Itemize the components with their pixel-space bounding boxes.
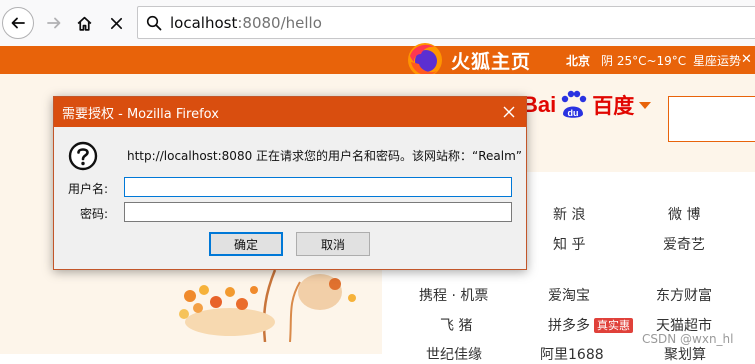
baidu-du-text: du (568, 108, 579, 118)
link-juhuasuan[interactable]: 聚划算 (664, 344, 706, 364)
link-aitaobao[interactable]: 爱淘宝 (548, 285, 590, 305)
url-host: localhost (170, 13, 238, 32)
astrology-link[interactable]: 星座运势 (693, 52, 741, 69)
stop-button[interactable] (100, 7, 132, 39)
baidu-logo-cn: 百度 (592, 95, 635, 118)
search-icon (146, 15, 162, 30)
csdn-watermark: CSDN @wxn_hl (642, 332, 734, 346)
link-iqiyi[interactable]: 爱奇艺 (663, 234, 705, 254)
baidu-logo[interactable]: Bai du 百度 (522, 88, 652, 122)
page-search-input[interactable] (668, 96, 755, 142)
url-text: localhost:8080/hello (170, 14, 322, 32)
home-button[interactable] (68, 7, 100, 39)
home-icon (77, 16, 91, 31)
cancel-button[interactable]: 取消 (296, 232, 370, 256)
link-weibo[interactable]: 微 博 (668, 204, 700, 224)
weather-temperature: 阴 25°C~19°C (601, 54, 687, 68)
dialog-title: 需要授权 - Mozilla Firefox (62, 106, 219, 122)
link-1688[interactable]: 阿里1688 (540, 344, 604, 364)
link-eastmoney[interactable]: 东方财富 (656, 285, 712, 305)
arrow-right-icon (47, 17, 61, 29)
dialog-message: http://localhost:8080 正在请求您的用户名和密码。该网站称：… (127, 149, 523, 163)
close-icon (110, 17, 122, 29)
arrow-left-icon (11, 17, 25, 29)
baidu-logo-text: Bai (522, 92, 557, 117)
link-ctrip[interactable]: 携程 · 机票 (419, 285, 488, 305)
url-path: :8080/hello (237, 13, 322, 32)
dialog-titlebar: 需要授权 - Mozilla Firefox (54, 97, 526, 127)
ok-button[interactable]: 确定 (209, 232, 283, 256)
forward-button[interactable] (38, 7, 70, 39)
browser-toolbar: localhost:8080/hello (0, 0, 755, 47)
autumn-leaves-illustration (179, 269, 356, 342)
question-icon (68, 141, 98, 171)
username-label: 用户名: (67, 182, 108, 196)
password-field[interactable] (124, 202, 512, 222)
engine-dropdown-icon[interactable] (639, 101, 652, 109)
address-bar[interactable]: localhost:8080/hello (137, 6, 755, 39)
back-button[interactable] (2, 7, 34, 39)
link-jiayuan[interactable]: 世纪佳缘 (426, 344, 482, 364)
dialog-close-button[interactable] (498, 101, 520, 123)
header-close-icon[interactable]: ✕ (741, 52, 752, 67)
paw-icon: du (562, 90, 587, 118)
brand-title: 火狐主页 (451, 50, 532, 73)
auth-dialog: 需要授权 - Mozilla Firefox http://localhost:… (53, 96, 527, 270)
link-fliggy[interactable]: 飞 猪 (440, 315, 472, 335)
close-icon (503, 106, 515, 118)
password-label: 密码: (79, 207, 108, 221)
link-zhihu[interactable]: 知 乎 (553, 234, 585, 254)
link-pinduoduo[interactable]: 拼多多 真实惠 (548, 315, 633, 335)
link-pinduoduo-label: 拼多多 (548, 318, 590, 334)
link-sina[interactable]: 新 浪 (553, 204, 585, 224)
weather-city[interactable]: 北京 (566, 52, 590, 69)
promo-badge: 真实惠 (594, 318, 633, 333)
username-field[interactable] (124, 177, 512, 197)
